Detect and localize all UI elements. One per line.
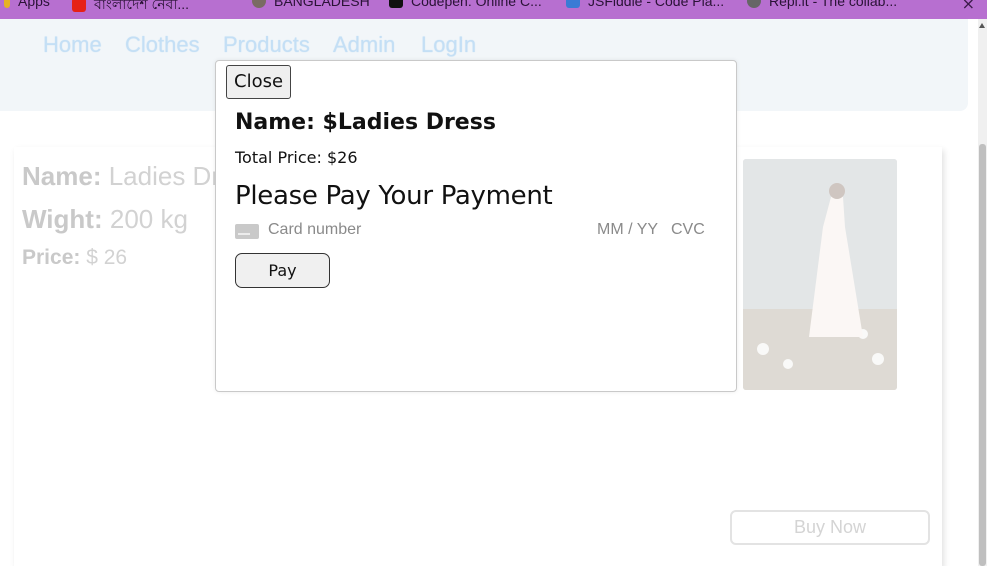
replit-icon <box>747 0 761 8</box>
bookmark-bangladesh[interactable]: BANGLADESH <box>252 0 370 9</box>
bookmark-youtube[interactable]: বাংলাদেশ নেবী... <box>72 0 189 17</box>
payment-modal: Close Name: $Ladies Dress Total Price: $… <box>215 60 737 392</box>
buy-now-button[interactable]: Buy Now <box>730 510 930 545</box>
expiry-input[interactable]: MM / YY <box>597 221 658 239</box>
codepen-icon <box>389 0 403 8</box>
scrollbar-thumb[interactable] <box>979 144 986 566</box>
bookmark-label: Apps <box>18 0 50 9</box>
dress-photo-icon <box>743 159 897 390</box>
product-image <box>743 159 897 390</box>
bookmark-jsfiddle[interactable]: JSFiddle - Code Pla... <box>566 0 724 9</box>
nav-link-login[interactable]: LogIn <box>421 32 476 58</box>
cvc-input[interactable]: CVC <box>671 221 705 239</box>
product-price-label: Price: <box>22 246 81 269</box>
bookmark-label: বাংলাদেশ নেবী... <box>94 0 190 12</box>
bookmark-codepen[interactable]: Codepen: Online C... <box>389 0 542 9</box>
nav-link-products[interactable]: Products <box>223 32 310 58</box>
globe-icon <box>252 0 266 8</box>
bookmark-label: BANGLADESH <box>274 0 370 9</box>
bookmark-replit[interactable]: Repl.it - The collab... <box>747 0 897 9</box>
credit-card-icon <box>235 224 259 239</box>
nav-link-admin[interactable]: Admin <box>333 32 395 58</box>
card-element: Card number MM / YY CVC <box>235 219 707 243</box>
bookmarks-bar: Apps বাংলাদেশ নেবী... BANGLADESH Codepen… <box>0 0 987 19</box>
youtube-icon <box>72 0 86 12</box>
product-price: Price: $ 26 <box>22 246 127 270</box>
nav-link-clothes[interactable]: Clothes <box>125 32 200 58</box>
modal-total-price: Total Price: $26 <box>235 148 358 167</box>
close-icon[interactable]: × <box>962 0 975 13</box>
pay-button[interactable]: Pay <box>235 253 330 288</box>
scroll-up-icon[interactable] <box>979 23 985 28</box>
apps-grid-icon <box>4 0 10 8</box>
product-weight-label: Wight: <box>22 204 103 234</box>
modal-product-name: Name: $Ladies Dress <box>235 110 496 135</box>
product-name-label: Name: <box>22 161 102 191</box>
product-weight-value: 200 kg <box>109 204 188 234</box>
product-weight: Wight: 200 kg <box>22 204 188 235</box>
bookmark-apps[interactable]: Apps <box>4 0 50 9</box>
bookmark-label: Codepen: Online C... <box>411 0 542 9</box>
product-price-value: $ 26 <box>86 246 128 269</box>
card-number-input[interactable]: Card number <box>268 221 361 239</box>
close-button[interactable]: Close <box>226 65 292 99</box>
scrollbar[interactable] <box>978 19 987 566</box>
bookmark-label: Repl.it - The collab... <box>769 0 898 9</box>
bookmark-label: JSFiddle - Code Pla... <box>588 0 725 9</box>
payment-heading: Please Pay Your Payment <box>235 181 553 211</box>
nav-link-home[interactable]: Home <box>43 32 102 58</box>
jsfiddle-icon <box>566 0 580 8</box>
